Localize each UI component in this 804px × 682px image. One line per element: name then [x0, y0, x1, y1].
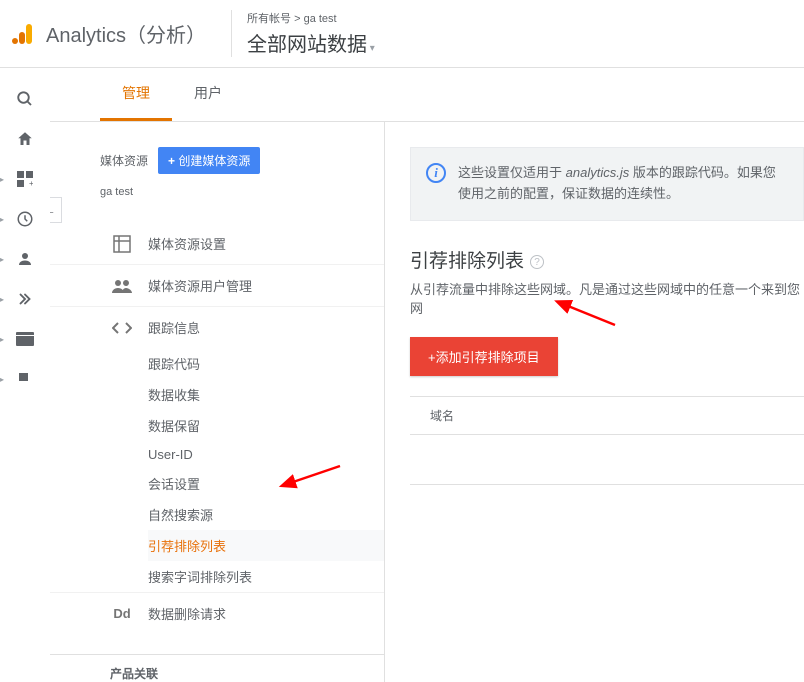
subnav-data-retention[interactable]: 数据保留 [148, 410, 384, 441]
table-header-domain: 域名 [410, 396, 804, 435]
app-header: Analytics（分析） 所有帐号 > ga test 全部网站数据 [0, 0, 804, 68]
breadcrumb[interactable]: 所有帐号 > ga test [247, 10, 375, 26]
search-icon[interactable] [14, 90, 36, 108]
subnav-referral-exclusion[interactable]: 引荐排除列表 [148, 530, 384, 561]
breadcrumb-account: ga test [304, 13, 337, 25]
realtime-icon[interactable]: ▸ [14, 210, 36, 228]
subnav-tracking-code[interactable]: 跟踪代码 [148, 348, 384, 379]
property-name[interactable]: ga test [50, 186, 384, 198]
back-arrow-button[interactable]: ← [50, 197, 62, 223]
add-referral-exclusion-button[interactable]: +添加引荐排除项目 [410, 337, 558, 376]
subnav-organic-sources[interactable]: 自然搜索源 [148, 499, 384, 530]
code-icon [110, 321, 134, 335]
page-title: 引荐排除列表? [410, 246, 804, 273]
acquisition-icon[interactable]: ▸ [14, 290, 36, 308]
info-notice: i 这些设置仅适用于 analytics.js 版本的跟踪代码。如果您使用之前的… [410, 147, 804, 221]
conversions-icon[interactable]: ▸ [14, 370, 36, 388]
sidebar-item-property-settings[interactable]: 媒体资源设置 [50, 223, 384, 264]
subnav-user-id[interactable]: User-ID [148, 441, 384, 468]
svg-text:+: + [29, 179, 33, 187]
sidebar-item-label: 跟踪信息 [148, 318, 200, 337]
main-panel: i 这些设置仅适用于 analytics.js 版本的跟踪代码。如果您使用之前的… [385, 122, 804, 682]
sidebar-item-label: 数据删除请求 [148, 604, 226, 623]
audience-icon[interactable]: ▸ [14, 250, 36, 268]
ga-logo-icon [12, 22, 36, 46]
table-body-empty [410, 435, 804, 485]
page-description: 从引荐流量中排除这些网域。凡是通过这些网域中的任意一个来到您网 [410, 279, 804, 317]
settings-box-icon [110, 235, 134, 253]
admin-tabs: 管理 用户 [50, 68, 804, 122]
property-label: 媒体资源 [100, 152, 148, 169]
sidebar-item-user-management[interactable]: 媒体资源用户管理 [50, 264, 384, 306]
info-icon: i [426, 163, 446, 183]
subnav-session-settings[interactable]: 会话设置 [148, 468, 384, 499]
product-linking-header: 产品关联 [50, 654, 384, 682]
people-icon [110, 279, 134, 293]
property-column: 媒体资源 创建媒体资源 ga test ← 媒体资源设置 媒体资源用户管理 [50, 122, 385, 682]
dd-icon: Dd [110, 606, 134, 621]
tracking-subnav: 跟踪代码 数据收集 数据保留 User-ID 会话设置 自然搜索源 引荐排除列表… [50, 348, 384, 592]
tab-users[interactable]: 用户 [172, 68, 244, 121]
subnav-data-collection[interactable]: 数据收集 [148, 379, 384, 410]
help-icon[interactable]: ? [530, 255, 544, 269]
sidebar-item-label: 媒体资源设置 [148, 234, 226, 253]
notice-text: 这些设置仅适用于 analytics.js 版本的跟踪代码。如果您使用之前的配置… [458, 163, 788, 205]
sidebar-item-tracking-info[interactable]: 跟踪信息 [50, 306, 384, 348]
dashboards-icon[interactable]: ▸+ [14, 170, 36, 188]
behavior-icon[interactable]: ▸ [14, 330, 36, 348]
sidebar-item-data-deletion[interactable]: Dd 数据删除请求 [50, 592, 384, 634]
view-selector[interactable]: 全部网站数据 [247, 28, 375, 57]
app-title: Analytics（分析） [46, 19, 206, 48]
breadcrumb-all-accounts[interactable]: 所有帐号 [247, 13, 291, 25]
home-icon[interactable] [14, 130, 36, 148]
tab-admin[interactable]: 管理 [100, 68, 172, 121]
icon-rail: ▸+ ▸ ▸ ▸ ▸ ▸ [0, 68, 50, 605]
create-property-button[interactable]: 创建媒体资源 [158, 147, 260, 174]
subnav-search-term-exclusion[interactable]: 搜索字词排除列表 [148, 561, 384, 592]
sidebar-item-label: 媒体资源用户管理 [148, 276, 252, 295]
